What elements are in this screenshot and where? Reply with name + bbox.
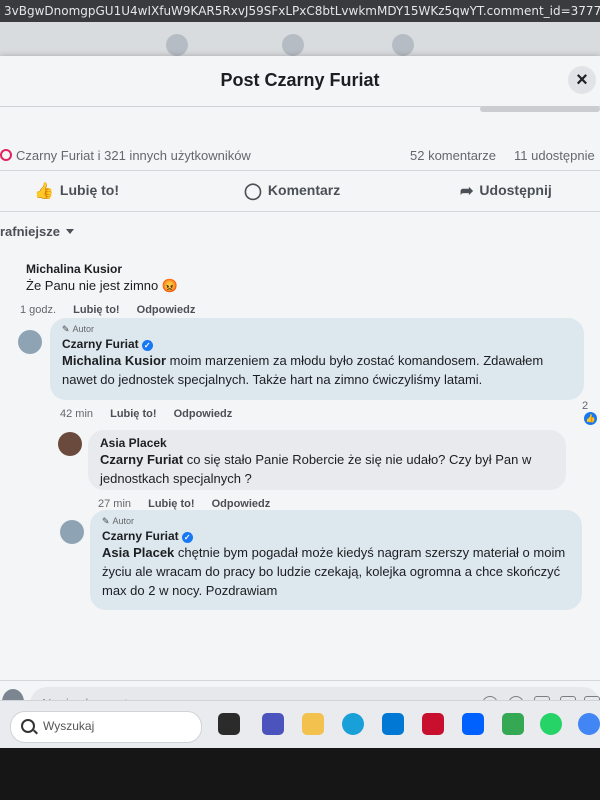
comment-author-name: Czarny Furiat [102,529,179,543]
verified-badge-icon: ✓ [181,532,193,543]
comment-meta: 42 min Lubię to! Odpowiedz [60,408,246,420]
taskbar-search-placeholder: Wyszukaj [43,719,95,733]
thumbs-up-icon: 👍 [34,183,54,200]
comment-like-link[interactable]: Lubię to! [73,304,119,316]
comment-label: Komentarz [267,182,341,198]
like-button[interactable]: 👍 Lubię to! [34,181,119,201]
share-label: Udostępnij [479,182,552,198]
post-stats: Czarny Furiat i 321 innych użytkowników … [0,148,600,170]
comment-like-count[interactable]: 2👍 [582,400,600,425]
blurred-text-strip [480,106,600,112]
comment-time[interactable]: 42 min [60,408,93,420]
browser-url-bar[interactable]: 3vBgwDnomgpGU1U4wIXfuW9KAR5RxvJ59SFxLPxC… [0,0,600,22]
comment-author[interactable]: Michalina Kusior [26,262,202,276]
edge-icon[interactable] [342,713,364,735]
author-badge: ✎ Autor [102,516,570,527]
like-label: Lubię to! [59,182,120,198]
mention-tag[interactable]: Czarny Furiat [100,452,183,467]
file-explorer-icon[interactable] [302,713,324,735]
friends-icon[interactable] [282,34,304,56]
post-modal: Post Czarny Furiat × Czarny Furiat i 321… [0,56,600,737]
comment-bubble: Asia Placek Czarny Furiat co się stało P… [88,430,566,490]
reactions-summary[interactable]: Czarny Furiat i 321 innych użytkowników [0,148,251,163]
taskbar-search[interactable]: Wyszukaj [10,711,202,743]
avatar[interactable] [60,520,84,544]
post-actions: 👍 Lubię to! ◯ Komentarz ➦ Udostępnij [0,170,600,212]
speech-bubble-icon: ◯ [244,183,262,200]
comment-button[interactable]: ◯ Komentarz [244,181,340,201]
modal-header: Post Czarny Furiat × [0,56,600,107]
verified-badge-icon: ✓ [141,340,153,351]
comment-time[interactable]: 27 min [98,498,131,510]
comment-time[interactable]: 1 godz. [20,304,56,316]
comment-author[interactable]: Czarny Furiat ✓ [102,529,570,543]
dropbox-icon[interactable] [462,713,484,735]
avatar[interactable] [58,432,82,456]
reactions-text: Czarny Furiat i 321 innych użytkowników [16,148,251,163]
groups-icon[interactable] [392,34,414,56]
avatar[interactable] [18,330,42,354]
shares-count[interactable]: 11 udostępnie [514,148,595,163]
screenshot: 3vBgwDnomgpGU1U4wIXfuW9KAR5RxvJ59SFxLPxC… [0,0,600,800]
whatsapp-icon[interactable] [540,713,562,735]
comment-author[interactable]: Asia Placek [100,436,554,450]
store-icon[interactable] [382,713,404,735]
comment-reply-link[interactable]: Odpowiedz [174,408,233,420]
comment-author-name: Czarny Furiat [62,337,139,351]
search-icon [21,719,35,733]
close-button[interactable]: × [568,66,596,94]
home-icon[interactable] [166,34,188,56]
windows-taskbar: Wyszukaj [0,700,600,749]
facebook-top-bar [0,22,600,56]
comment-reply-link[interactable]: Odpowiedz [137,304,196,316]
comment-like-link[interactable]: Lubię to! [110,408,156,420]
like-reaction-icon: 👍 [584,412,597,425]
comment-bubble: ✎ Autor Czarny Furiat ✓ Asia Placek chętni… [90,510,582,610]
modal-title: Post Czarny Furiat [220,70,380,90]
author-badge-label: Autor [112,516,135,526]
share-arrow-icon: ➦ [460,183,474,200]
caret-down-icon [65,229,74,234]
comment-like-link[interactable]: Lubię to! [148,498,194,510]
comment-reply-link[interactable]: Odpowiedz [212,498,271,510]
mcafee-icon[interactable] [422,713,444,735]
task-view-icon[interactable] [218,713,240,735]
comment-author[interactable]: Czarny Furiat ✓ [62,337,572,351]
chrome-icon[interactable] [578,713,600,735]
comment-meta: 27 min Lubię to! Odpowiedz [98,498,284,510]
comment-meta: 1 godz. Lubię to! Odpowiedz [20,304,209,316]
mention-tag[interactable]: Asia Placek [102,545,174,560]
comment-sort-dropdown[interactable]: rafniejsze [0,224,74,239]
comments-count[interactable]: 52 komentarze [410,148,496,163]
like-count-number: 2 [582,400,589,412]
comment-bubble: Michalina Kusior Że Panu nie jest zimno … [14,256,214,298]
share-button[interactable]: ➦ Udostępnij [460,181,552,201]
google-drive-icon[interactable] [502,713,524,735]
sort-label: rafniejsze [0,224,60,239]
pencil-icon: ✎ [62,324,70,334]
comment-text: Że Panu nie jest zimno 😡 [26,278,179,293]
comment-bubble: ✎ Autor Czarny Furiat ✓ Michalina Kusior m… [50,318,584,400]
author-badge-label: Autor [72,324,95,334]
pencil-icon: ✎ [102,516,110,526]
mention-tag[interactable]: Michalina Kusior [62,353,166,368]
heart-reaction-icon [0,149,12,161]
author-badge: ✎ Autor [62,324,572,335]
screen-bezel [0,748,600,800]
teams-icon[interactable] [262,713,284,735]
